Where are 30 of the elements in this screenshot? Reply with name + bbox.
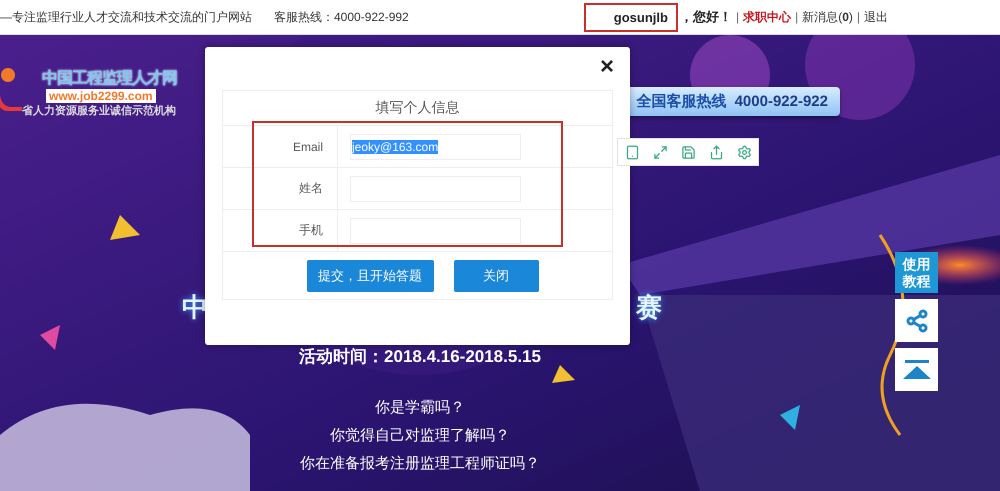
dialog-title: 填写个人信息 [376, 99, 460, 117]
logo-url: www.job2299.com [46, 89, 156, 103]
close-button[interactable]: × [596, 53, 618, 81]
question-text: 你在准备报考注册监理工程师证吗？ [300, 454, 540, 473]
nav-link[interactable]: 求职中心 [743, 8, 792, 26]
greeting-text: ，您好！ [680, 8, 732, 26]
headline-text: 中 [182, 291, 208, 324]
separator: | [736, 10, 740, 24]
field-label: 手机 [223, 210, 338, 251]
site-tagline: —专注监理行业人才交流和技术交流的门户网站 [0, 8, 252, 26]
nav-link[interactable]: 退出 [864, 8, 888, 26]
field-label: Email [223, 126, 338, 167]
hotline-text: 客服热线：4000-922-992 [274, 8, 409, 26]
close-dialog-button[interactable]: 关闭 [454, 260, 538, 292]
headline-text: 赛 [636, 291, 662, 324]
input-field[interactable]: jeoky@163.com [350, 134, 521, 160]
question-text: 你觉得自己对监理了解吗？ [330, 426, 510, 445]
submit-button[interactable]: 提交，且开始答题 [306, 260, 434, 292]
field-label: 姓名 [223, 168, 338, 209]
nav-link[interactable]: 新消息(0) [802, 8, 853, 26]
separator: | [795, 10, 798, 24]
tutorial-button[interactable]: 使用教程 [895, 252, 938, 293]
activity-time: 活动时间：2018.4.16-2018.5.15 [299, 346, 541, 368]
logo-slogan: 省人力资源服务业诚信示范机构 [22, 104, 176, 118]
hotline-number: 4000-922-922 [734, 93, 828, 110]
separator: | [856, 10, 860, 24]
logo-title: 中国工程监理人才网 [42, 68, 177, 89]
username: gosunjlb [584, 2, 678, 32]
hotline-label: 全国客服热线 [636, 92, 727, 111]
question-text: 你是学霸吗？ [375, 398, 465, 417]
